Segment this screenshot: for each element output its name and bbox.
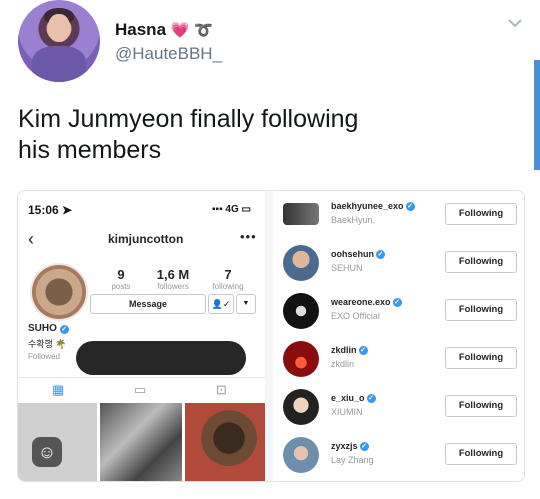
status-time: 15:06 ➤ bbox=[28, 203, 73, 217]
following-list: baekhyunee_exo ✓ BaekHyun. Following oohs… bbox=[273, 191, 524, 481]
list-item-subtitle: SEHUN bbox=[331, 263, 363, 273]
list-item-subtitle: XIUMIN bbox=[331, 407, 363, 417]
followers-count[interactable]: 1,6 M bbox=[143, 267, 203, 282]
profile-tabs: ▦ ▭ ⊡ bbox=[18, 377, 265, 400]
bow-icon: ➰ bbox=[194, 22, 213, 39]
message-button[interactable]: Message bbox=[90, 294, 206, 314]
avatar bbox=[283, 389, 319, 425]
list-item[interactable]: e_xiu_o ✓ XIUMIN Following bbox=[273, 383, 524, 431]
author-handle[interactable]: @HauteBBH_ bbox=[115, 44, 222, 64]
list-item-subtitle: Lay Zhang bbox=[331, 455, 374, 465]
list-item-username: zkdlin ✓ bbox=[331, 345, 368, 356]
chevron-down-icon[interactable]: ▼ bbox=[236, 294, 256, 314]
verified-icon: ✓ bbox=[366, 394, 376, 404]
chevron-down-icon[interactable] bbox=[506, 14, 524, 32]
profile-bio: 수확행 🌴 bbox=[28, 339, 67, 349]
list-item[interactable]: zkdlin ✓ zkdlin Following bbox=[273, 335, 524, 383]
list-item-subtitle: EXO Official bbox=[331, 311, 380, 321]
list-item-username: e_xiu_o ✓ bbox=[331, 393, 376, 404]
scroll-indicator bbox=[534, 60, 540, 170]
verified-icon: ✓ bbox=[392, 298, 402, 308]
avatar bbox=[283, 437, 319, 473]
more-options-icon[interactable]: ••• bbox=[240, 229, 257, 244]
igtv-icon[interactable]: ▭ bbox=[134, 382, 146, 398]
attached-image[interactable]: 15:06 ➤ ▪▪▪ 4G ▭ ‹ kimjuncotton ••• 9 po… bbox=[17, 190, 525, 482]
author-name[interactable]: Hasna 💗 ➰ bbox=[115, 20, 213, 40]
list-item[interactable]: oohsehun ✓ SEHUN Following bbox=[273, 239, 524, 287]
profile-display-name: SUHO ✓ bbox=[28, 323, 69, 334]
heart-icon: 💗 bbox=[170, 22, 190, 39]
back-arrow-icon[interactable]: ‹ bbox=[28, 229, 34, 250]
list-item-username: oohsehun ✓ bbox=[331, 249, 385, 260]
verified-icon: ✓ bbox=[376, 250, 385, 260]
avatar-body bbox=[32, 46, 86, 82]
instagram-profile-panel: 15:06 ➤ ▪▪▪ 4G ▭ ‹ kimjuncotton ••• 9 po… bbox=[18, 191, 265, 481]
profile-username: kimjuncotton bbox=[108, 232, 184, 246]
verified-icon: ✓ bbox=[59, 325, 69, 334]
following-count[interactable]: 7 bbox=[198, 267, 258, 282]
avatar bbox=[283, 293, 319, 329]
tagged-icon[interactable]: ⊡ bbox=[216, 382, 227, 398]
tweet-text-line2: his members bbox=[18, 136, 162, 164]
status-signal: ▪▪▪ 4G ▭ bbox=[212, 204, 251, 215]
posts-count[interactable]: 9 bbox=[91, 267, 151, 282]
avatar bbox=[283, 203, 319, 225]
post-thumbnail-3[interactable] bbox=[185, 403, 265, 481]
list-item-username: weareone.exo ✓ bbox=[331, 297, 402, 308]
posts-label: posts bbox=[111, 282, 131, 291]
list-item[interactable]: weareone.exo ✓ EXO Official Following bbox=[273, 287, 524, 335]
followed-by-text: Followed bbox=[28, 352, 61, 361]
list-item-username: baekhyunee_exo ✓ bbox=[331, 201, 415, 212]
avatar bbox=[283, 341, 319, 377]
following-status-button[interactable]: 👤✓ bbox=[208, 294, 234, 314]
following-button[interactable]: Following bbox=[445, 251, 517, 273]
followers-label: followers bbox=[157, 282, 189, 291]
author-avatar[interactable] bbox=[18, 0, 100, 82]
verified-icon: ✓ bbox=[359, 442, 369, 452]
post-thumbnail-2[interactable] bbox=[100, 403, 182, 481]
list-item[interactable]: baekhyunee_exo ✓ BaekHyun. Following bbox=[273, 191, 524, 239]
list-item-subtitle: BaekHyun. bbox=[331, 215, 376, 225]
following-button[interactable]: Following bbox=[445, 203, 517, 225]
avatar bbox=[283, 245, 319, 281]
following-button[interactable]: Following bbox=[445, 395, 517, 417]
redaction-bar bbox=[76, 341, 246, 375]
smiley-icon: ☺ bbox=[32, 437, 62, 467]
profile-avatar[interactable] bbox=[30, 263, 88, 321]
following-button[interactable]: Following bbox=[445, 299, 517, 321]
grid-icon[interactable]: ▦ bbox=[52, 382, 64, 398]
following-label: following bbox=[212, 282, 244, 291]
list-item-username: zyxzjs ✓ bbox=[331, 441, 369, 452]
list-item[interactable]: zyxzjs ✓ Lay Zhang Following bbox=[273, 431, 524, 479]
tweet-text-line1: Kim Junmyeon finally following bbox=[18, 105, 359, 133]
verified-icon: ✓ bbox=[358, 346, 368, 356]
author-name-text: Hasna bbox=[115, 20, 167, 39]
following-button[interactable]: Following bbox=[445, 443, 517, 465]
avatar-face bbox=[48, 14, 70, 42]
list-item-subtitle: zkdlin bbox=[331, 359, 355, 369]
verified-icon: ✓ bbox=[405, 202, 415, 212]
tweet-text: Kim Junmyeon finally following his membe… bbox=[18, 104, 358, 166]
following-button[interactable]: Following bbox=[445, 347, 517, 369]
